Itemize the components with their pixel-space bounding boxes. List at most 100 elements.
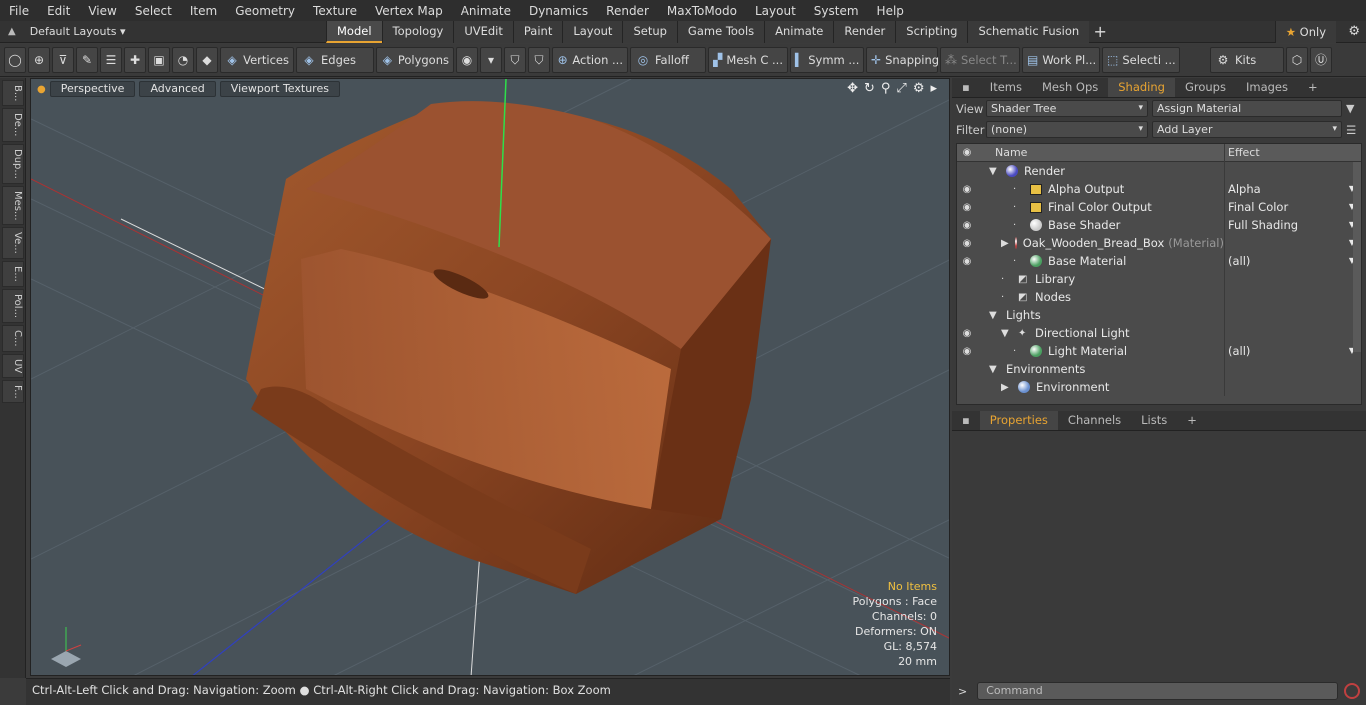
add-panel-tab-button[interactable]: +: [1298, 78, 1328, 97]
tree-effect-cell[interactable]: [1225, 360, 1361, 378]
panel-tab-groups[interactable]: Groups: [1175, 78, 1236, 97]
properties-tab-properties[interactable]: Properties: [979, 411, 1058, 430]
menu-item-vertex-map[interactable]: Vertex Map: [366, 4, 452, 18]
orbit-icon[interactable]: ↻: [864, 81, 875, 96]
left-tab-0[interactable]: B...: [2, 80, 24, 107]
only-toggle[interactable]: ★ Only: [1274, 21, 1336, 43]
left-tab-2[interactable]: Dup...: [2, 143, 24, 184]
default-layouts-dropdown[interactable]: ▲ Default Layouts ▾: [0, 21, 326, 43]
tree-row[interactable]: · ◩ Nodes: [957, 288, 1361, 306]
tree-row[interactable]: ◉ ▼ ✦ Directional Light: [957, 324, 1361, 342]
tab-setup[interactable]: Setup: [622, 20, 677, 43]
filter-dropdown[interactable]: (none) ▾: [986, 121, 1148, 138]
selection-sets-button[interactable]: ⬚ Selecti ...: [1102, 47, 1180, 73]
left-tab-4[interactable]: Ve...: [2, 227, 24, 260]
fit-icon[interactable]: ⤢: [896, 81, 906, 96]
menu-item-view[interactable]: View: [79, 4, 125, 18]
polygons-button[interactable]: ◈ Polygons: [376, 47, 454, 73]
menu-item-texture[interactable]: Texture: [304, 4, 366, 18]
add-layer-dropdown[interactable]: Add Layer ▾: [1152, 121, 1342, 138]
left-tab-5[interactable]: E...: [2, 261, 24, 287]
add-properties-tab-button[interactable]: +: [1177, 411, 1207, 430]
tree-row[interactable]: ▼ Lights: [957, 306, 1361, 324]
menu-item-select[interactable]: Select: [126, 4, 181, 18]
eye-icon[interactable]: ◉: [957, 256, 977, 267]
tree-effect-cell[interactable]: [1225, 162, 1361, 180]
properties-tab-channels[interactable]: Channels: [1058, 411, 1131, 430]
tree-row[interactable]: ◉ ▶ Oak_Wooden_Bread_Box (Material) ▼: [957, 234, 1361, 252]
left-tab-1[interactable]: De...: [2, 108, 24, 142]
tab-game-tools[interactable]: Game Tools: [676, 20, 765, 43]
left-tab-3[interactable]: Mes...: [2, 185, 24, 226]
left-tab-7[interactable]: C...: [2, 324, 24, 352]
filter-funnel-icon[interactable]: ▼: [1346, 102, 1354, 115]
zoom-icon[interactable]: ⚲: [881, 81, 891, 96]
tab-render[interactable]: Render: [833, 20, 896, 43]
globe-icon[interactable]: ⊕: [28, 47, 50, 73]
view-dropdown[interactable]: Shader Tree ▾: [986, 100, 1148, 117]
eye-icon[interactable]: ◉: [957, 220, 977, 231]
tree-row[interactable]: · ◩ Library: [957, 270, 1361, 288]
tab-layout[interactable]: Layout: [562, 20, 623, 43]
viewport-menu-arrow-icon[interactable]: ▸: [930, 81, 937, 96]
select-circle-icon[interactable]: ◯: [4, 47, 26, 73]
menu-item-maxtomodo[interactable]: MaxToModo: [658, 4, 746, 18]
vertices-button[interactable]: ◈ Vertices: [220, 47, 294, 73]
frame-icon[interactable]: ▣: [148, 47, 170, 73]
unity-icon[interactable]: ⬡: [1286, 47, 1308, 73]
tab-schematic-fusion[interactable]: Schematic Fusion: [967, 20, 1090, 43]
falloff-button[interactable]: ◎ Falloff: [630, 47, 706, 73]
viewport-gear-icon[interactable]: ⚙: [913, 81, 925, 96]
eye-icon[interactable]: ◉: [957, 328, 977, 339]
tree-effect-cell[interactable]: [1225, 306, 1361, 324]
tab-model[interactable]: Model: [326, 20, 382, 43]
tree-effect-cell[interactable]: [1225, 324, 1361, 342]
expand-arrow-icon[interactable]: ▶: [1001, 382, 1012, 393]
panel-tab-items[interactable]: Items: [980, 78, 1032, 97]
gear-icon[interactable]: ⚙: [1348, 24, 1360, 39]
tree-row[interactable]: ◉ · Final Color Output Final Color ▼: [957, 198, 1361, 216]
work-plane-button[interactable]: ▤ Work Pl...: [1022, 47, 1100, 73]
select-through-button[interactable]: ⁂ Select T...: [940, 47, 1020, 73]
menu-item-system[interactable]: System: [805, 4, 868, 18]
rotate-icon[interactable]: ◔: [172, 47, 194, 73]
eye-icon[interactable]: ◉: [957, 202, 977, 213]
kits-button[interactable]: ⚙ Kits: [1210, 47, 1284, 73]
tab-paint[interactable]: Paint: [512, 20, 563, 43]
shield-icon[interactable]: ⛉: [528, 47, 550, 73]
name-column-header[interactable]: Name: [977, 143, 1225, 162]
menu-item-geometry[interactable]: Geometry: [226, 4, 304, 18]
menu-item-file[interactable]: File: [0, 4, 38, 18]
align-icon[interactable]: ☰: [100, 47, 122, 73]
tree-effect-cell[interactable]: ▼: [1225, 234, 1361, 252]
left-tab-6[interactable]: Pol...: [2, 288, 24, 323]
menu-item-edit[interactable]: Edit: [38, 4, 79, 18]
tab-scripting[interactable]: Scripting: [895, 20, 968, 43]
symmetry-button[interactable]: ▍ Symm ...: [790, 47, 864, 73]
viewport-textures-button[interactable]: Viewport Textures: [219, 81, 340, 97]
tree-effect-cell[interactable]: (all) ▼: [1225, 252, 1361, 270]
symmetry-shield-icon[interactable]: ⛉: [504, 47, 526, 73]
expand-arrow-icon[interactable]: ▼: [1001, 328, 1012, 339]
advanced-button[interactable]: Advanced: [139, 81, 216, 97]
properties-tab-lists[interactable]: Lists: [1131, 411, 1177, 430]
material-mode-icon[interactable]: ◉: [456, 47, 478, 73]
tree-row[interactable]: ◉ · Light Material (all) ▼: [957, 342, 1361, 360]
tree-connector-icon[interactable]: ·: [1013, 220, 1024, 231]
tab-uvedit[interactable]: UVEdit: [453, 20, 513, 43]
tree-row[interactable]: ▶ Environment: [957, 378, 1361, 396]
eye-icon[interactable]: ◉: [957, 238, 977, 249]
tree-connector-icon[interactable]: ·: [1013, 346, 1024, 357]
menu-item-help[interactable]: Help: [868, 4, 913, 18]
tree-row[interactable]: ▼ Render: [957, 162, 1361, 180]
tree-effect-cell[interactable]: [1225, 288, 1361, 306]
record-macro-icon[interactable]: [1344, 683, 1360, 699]
tree-row[interactable]: ▼ Environments: [957, 360, 1361, 378]
tree-row[interactable]: ◉ · Base Shader Full Shading ▼: [957, 216, 1361, 234]
center-icon[interactable]: ✚: [124, 47, 146, 73]
tree-connector-icon[interactable]: ·: [1013, 202, 1024, 213]
menu-item-layout[interactable]: Layout: [746, 4, 805, 18]
tree-row[interactable]: ◉ · Alpha Output Alpha ▼: [957, 180, 1361, 198]
left-tab-8[interactable]: UV: [2, 353, 24, 378]
tree-effect-cell[interactable]: Full Shading ▼: [1225, 216, 1361, 234]
